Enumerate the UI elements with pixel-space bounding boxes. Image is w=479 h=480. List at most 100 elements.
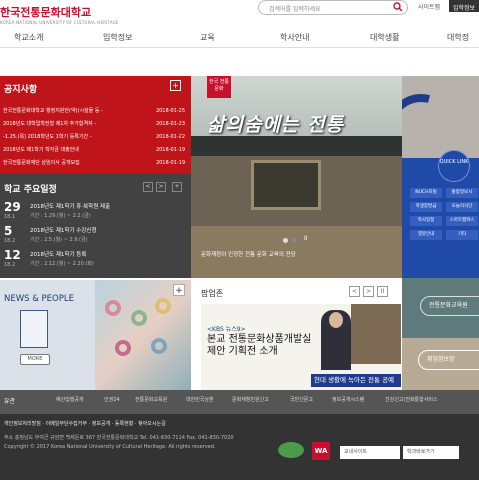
hero-headline: 삶의숨에는 전통 (207, 114, 344, 136)
quick-link-item[interactable]: 스마트캠퍼스 (446, 216, 478, 226)
hero-roof (191, 136, 402, 156)
quick-link-badge: QUICK LINK (438, 150, 470, 182)
slide-dot[interactable] (283, 238, 288, 243)
footer-link[interactable]: 건강신고(전화통합서비스 (385, 396, 438, 403)
quick-link-item[interactable]: 학사일정 (410, 216, 442, 226)
popup-caption-bar: 현대 생활에 녹아든 전통 공예 (311, 374, 401, 387)
popup-background (351, 304, 401, 364)
news-plus-button[interactable]: + (173, 284, 185, 296)
search-input[interactable]: 검색어를 입력하세요 (258, 0, 408, 15)
schedule-panel: 학교 주요일정 < > + 29 18.1 2018년도 제1학기 휴·복학원 제출… (0, 174, 191, 278)
notice-item[interactable]: 한국전통문화재단 상임이사 공개모집 2018-01-19 (3, 158, 185, 169)
notice-item-title: 한국전통문화대학교 행정지원안(약)(시설물 등 - (3, 108, 103, 114)
logo-text: 한국전통문화대학교 (0, 6, 92, 19)
quick-link-item[interactable]: 챗봇안내 (410, 230, 442, 240)
ribbon-shape (402, 81, 469, 158)
logo-subtitle: KOREA NATIONAL UNIVERSITY OF CULTURAL HE… (0, 20, 119, 25)
footer-link[interactable]: 예산집행공개 (56, 396, 84, 403)
news-title: NEWS & PEOPLE (4, 294, 74, 304)
popup-pause-button[interactable]: II (377, 286, 388, 297)
nav-item[interactable]: 교육 (200, 32, 215, 43)
nav-item[interactable]: 학교소개 (14, 32, 43, 43)
footer-link[interactable]: 인권24 (104, 396, 120, 403)
tape-roll-image (115, 340, 131, 356)
notice-item-title: 2018년도 대학입학전형 제1차 추가합격자 - (3, 121, 97, 127)
schedule-prev-button[interactable]: < (143, 182, 153, 192)
footer-link[interactable]: 대한민국상훈 (186, 396, 214, 403)
search-icon[interactable] (393, 2, 403, 12)
notice-item-date: 2018-01-25 (155, 108, 185, 114)
schedule-item[interactable]: 12 18.2 2018년도 제1학기 등록 기간 : 2.12.(월) ~ 2.20… (4, 248, 184, 274)
university-logo[interactable]: 한국전통문화대학교 KOREA NATIONAL UNIVERSITY OF CU… (0, 0, 150, 26)
popup-prev-button[interactable]: < (349, 286, 360, 297)
news-more-button[interactable]: MORE (20, 354, 50, 365)
main-nav: 학교소개 입학정보 교육 학사안내 대학생활 대학정 (0, 28, 479, 48)
quick-link-item[interactable]: 오늘의식단 (446, 202, 478, 212)
traditional-education-button[interactable]: 전통문화교육원 (420, 296, 479, 316)
schedule-more-button[interactable]: + (172, 182, 182, 192)
popup-kbs: <KBS 뉴스9> (207, 326, 246, 333)
hero-tag: 한국 전통 문화 (207, 76, 231, 98)
footer-link[interactable]: 정보공개시스템 (332, 396, 364, 403)
schedule-month: 18.2 (4, 262, 16, 268)
quick-link-item[interactable]: 기타 (446, 230, 478, 240)
schedule-month: 18.2 (4, 238, 16, 244)
nav-item[interactable]: 대학생활 (370, 32, 399, 43)
slide-dot[interactable] (292, 238, 297, 243)
schedule-item[interactable]: 5 18.2 2018년도 제1학기 수강신청 기간 : 2.5.(월) ~ 2.9.… (4, 224, 184, 250)
certification-badge-icon (278, 442, 304, 458)
notice-item-date: 2018-01-22 (155, 134, 185, 140)
schedule-item-period: 기간 : 2.5.(월) ~ 2.9.(금) (30, 237, 88, 243)
footer-link[interactable]: 문화재청민원신고 (232, 396, 269, 403)
nav-item[interactable]: 대학정 (447, 32, 469, 43)
hero-banner[interactable]: 한국 전통 문화 삶의숨에는 전통 문화재청이 인정한 전통 문화 교육의 전당… (191, 76, 402, 278)
schedule-item-title: 2018년도 제1학기 휴·복학원 제출 (30, 204, 111, 210)
schedule-item-title: 2018년도 제1학기 수강신청 (30, 228, 97, 234)
ribbon-banner (402, 76, 479, 158)
department-select[interactable]: 학과바로가기 (403, 446, 459, 459)
sitemap-link[interactable]: 사이트맵 (418, 2, 440, 11)
notice-item[interactable]: -1.25.(목) 2018학년도 1학기 등록기간 - 2018-01-22 (3, 132, 185, 143)
slide-pause-button[interactable]: II (304, 235, 308, 242)
schedule-item-period: 기간 : 1.29.(월) ~ 2.2.(금) (30, 213, 91, 219)
footer-policy-links[interactable]: 개인정보처리방침 · 이메일무단수집거부 · 정보공개 · 등록현황 · 찾아오… (4, 420, 166, 427)
quick-link-item[interactable]: 통합정보시 (446, 188, 478, 198)
popup-face (329, 312, 343, 328)
notice-title: 공지사항 (4, 85, 38, 95)
tape-roll-image (131, 310, 147, 326)
notice-item[interactable]: 2018년도 대학입학전형 제1차 추가합격자 - 2018-01-23 (3, 119, 185, 130)
campus-site-select[interactable]: 교내사이트 (340, 446, 400, 459)
page: 한국전통문화대학교 KOREA NATIONAL UNIVERSITY OF CU… (0, 0, 479, 480)
footer-copyright: Copyright © 2017 Korea National Universi… (4, 444, 216, 450)
nav-item[interactable]: 학사안내 (280, 32, 309, 43)
footer-link[interactable]: 국민신문고 (290, 396, 313, 403)
schedule-item-period: 기간 : 2.12.(월) ~ 2.20.(화) (30, 261, 94, 267)
footer-link[interactable]: 전통문화교육원 (135, 396, 167, 403)
hero-caption: 문화재청이 인정한 전통 문화 교육의 전당 (201, 252, 296, 258)
popup-banner[interactable]: <KBS 뉴스9> 본교 전통문화상품개발실 제안 기획전 소개 현대 생활에 … (201, 304, 401, 390)
notice-item-title: -1.25.(목) 2018학년도 1학기 등록기간 - (3, 134, 92, 140)
admission-button[interactable]: 입학정보 (449, 0, 479, 12)
notice-item[interactable]: 한국전통문화대학교 행정지원안(약)(시설물 등 - 2018-01-25 (3, 106, 185, 117)
footer: 개인정보처리방침 · 이메일무단수집거부 · 정보공개 · 등록현황 · 찾아오… (0, 414, 479, 480)
notice-more-button[interactable]: + (170, 80, 181, 91)
notice-item-title: 2018년도 제1학기 학자금 대출안내 (3, 147, 79, 153)
schedule-month: 18.1 (4, 214, 16, 220)
schedule-next-button[interactable]: > (156, 182, 166, 192)
quick-link-item[interactable]: 학생증발급 (410, 202, 442, 212)
notice-item-date: 2018-01-23 (155, 121, 185, 127)
popup-title: 팝업존 (201, 289, 224, 298)
tape-roll-image (151, 338, 167, 354)
popup-headline: 본교 전통문화상품개발실 제안 기획전 소개 (207, 334, 312, 357)
news-panel: NEWS & PEOPLE MORE + (0, 280, 191, 390)
notice-item[interactable]: 2018년도 제1학기 학자금 대출안내 2018-01-19 (3, 145, 185, 156)
nav-item[interactable]: 입학정보 (103, 32, 132, 43)
footer-link-label: 유관 (4, 398, 16, 405)
quick-link-item[interactable]: NUCH포털 (410, 188, 442, 198)
job-info-button[interactable]: 취업정보망 (418, 350, 479, 370)
popup-zone: 팝업존 < > II <KBS 뉴스9> 본교 전통문화상품개발실 제안 기획전… (191, 280, 402, 390)
schedule-day: 29 (4, 200, 21, 214)
notice-item-date: 2018-01-19 (155, 160, 185, 166)
popup-next-button[interactable]: > (363, 286, 374, 297)
schedule-item[interactable]: 29 18.1 2018년도 제1학기 휴·복학원 제출기간 : 1.29.(월) … (4, 200, 184, 226)
